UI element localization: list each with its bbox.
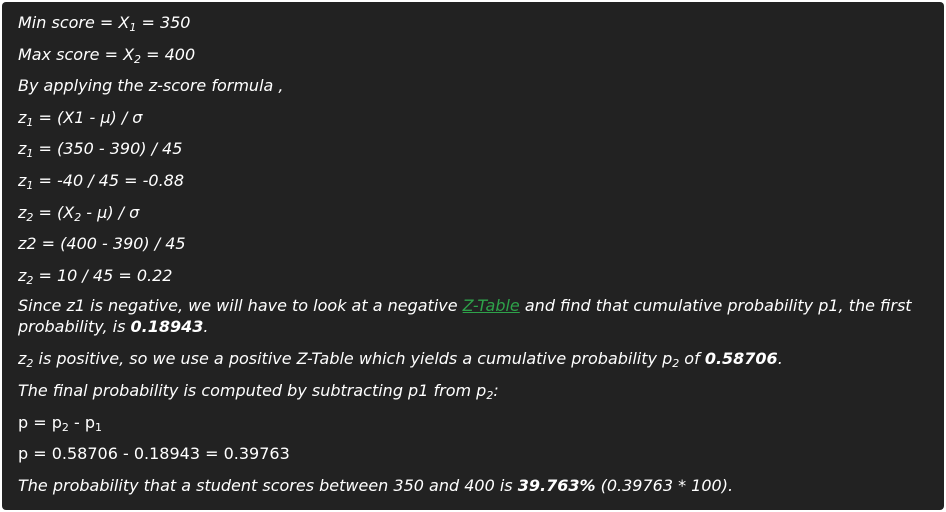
positive-z-text-cont: of [679, 349, 705, 369]
apply-formula-line: By applying the z-score formula , [18, 76, 284, 96]
z1-substitution-line: z1 = (350 - 390) / 45 [18, 137, 930, 169]
solution-panel: Min score = X1 = 350 Max score = X2 = 40… [2, 2, 944, 510]
conclusion-text: The probability that a student scores be… [18, 475, 518, 495]
p-formula-minus: - p [68, 412, 95, 432]
z1-result-line: z1 = -40 / 45 = -0.88 [18, 169, 930, 201]
final-probability-line: The final probability is computed by sub… [18, 379, 930, 411]
z1-formula-line: z1 = (X1 - µ) / σ [18, 106, 930, 138]
positive-z-text: is positive, so we use a positive Z-Tabl… [33, 349, 673, 369]
p1-value: 0.18943 [130, 317, 204, 337]
colon: : [493, 380, 499, 400]
z2-result-line: z2 = 10 / 45 = 0.22 [18, 264, 930, 296]
period: . [203, 317, 209, 337]
p-formula: p = p [18, 412, 62, 432]
z2-result: = 10 / 45 = 0.22 [33, 265, 173, 285]
p-formula-line: p = p2 - p1 [18, 411, 930, 443]
max-score-label: Max score = X [18, 44, 135, 64]
max-score-line: Max score = X2 = 400 [18, 43, 930, 75]
subscript: 2 [134, 52, 142, 66]
z2-formula-end: - µ) / σ [81, 202, 140, 222]
z2-formula-line: z2 = (X2 - µ) / σ [18, 201, 930, 233]
conclusion-line: The probability that a student scores be… [18, 474, 930, 506]
negative-z-paragraph: Since z1 is negative, we will have to lo… [18, 295, 930, 347]
p-calculation-line: p = 0.58706 - 0.18943 = 0.39763 [18, 444, 290, 464]
negative-z-text: Since z1 is negative, we will have to lo… [18, 296, 463, 316]
positive-z-line: z2 is positive, so we use a positive Z-T… [18, 347, 930, 379]
z1-substitution: = (350 - 390) / 45 [33, 139, 183, 159]
z2-substitution-line: z2 = (400 - 390) / 45 [18, 234, 186, 254]
max-score-value: = 400 [141, 44, 196, 64]
min-score-line: Min score = X1 = 350 [18, 11, 930, 43]
min-score-value: = 350 [136, 13, 191, 32]
min-score-label: Min score = X [18, 13, 130, 32]
subscript: 2 [61, 420, 69, 434]
period: . [777, 349, 783, 369]
z1-formula: = (X1 - µ) / σ [33, 107, 143, 127]
z2-formula-part: = (X [33, 202, 75, 222]
z-table-link[interactable]: Z-Table [463, 296, 520, 315]
z1-result: = -40 / 45 = -0.88 [33, 170, 185, 190]
final-probability-text: The final probability is computed by sub… [18, 380, 487, 400]
probability-percent: 39.763% [517, 475, 596, 495]
subscript: 1 [95, 420, 102, 434]
p2-value: 0.58706 [704, 349, 778, 369]
conclusion-end: (0.39763 * 100). [595, 475, 734, 495]
